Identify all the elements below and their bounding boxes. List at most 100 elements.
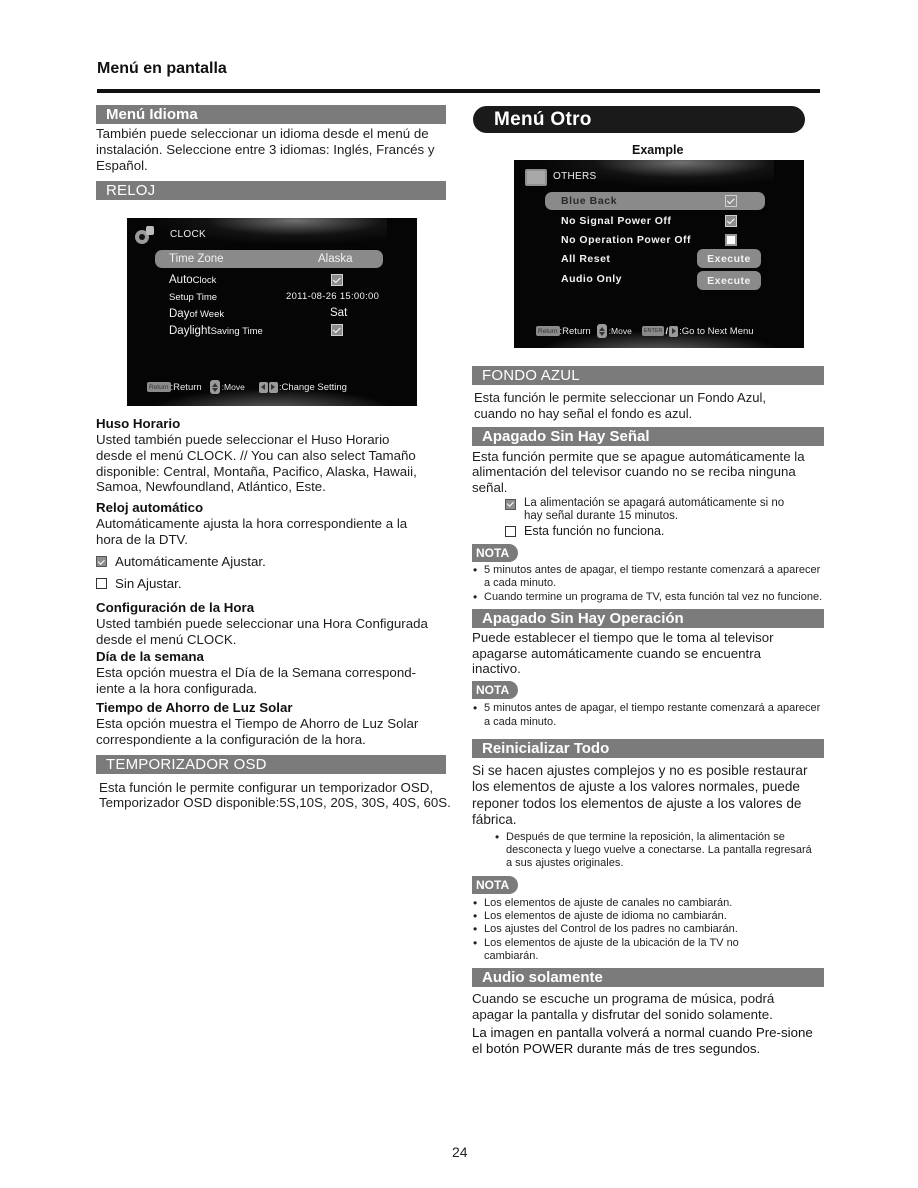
temporizador-osd-text: Esta función le permite configurar un te… [99,779,451,811]
ahorro-luz-heading: Tiempo de Ahorro de Luz Solar [96,699,293,715]
osd-row-label: Setup Time [169,291,218,303]
osd-row-label-small: of Week [189,308,225,320]
ahorro-luz-text: Esta opción muestra el Tiempo de Ahorro … [96,715,419,747]
menu-otro-title: Menú Otro [473,106,805,133]
section-heading-apagado-sin-operacion: Apagado Sin Hay Operación [472,608,824,628]
osd-row-no-operation-power-off[interactable]: No Operation Power Off [561,232,691,248]
option-label: Automáticamente Ajustar. [115,553,266,569]
audio-solamente-text-2: La imagen en pantalla volverá a normal c… [472,1024,813,1056]
apagado-sin-senal-text: Esta función permite que se apague autom… [472,448,805,496]
no-operation-power-off-checkbox[interactable] [725,234,737,246]
osd-row-label: All Reset [561,253,611,265]
audio-solamente-text: Cuando se escuche un programa de música,… [472,991,775,1023]
next-menu-hint: :Go to Next Menu [679,325,754,337]
no-signal-power-off-checkbox[interactable] [725,215,737,227]
checkbox-empty-icon [505,525,516,537]
change-setting-hint: :Change Setting [278,381,347,393]
osd-footer: Return :Return :Move ENTER / :Go to Next… [536,324,754,338]
option-sin-ajustar: Sin Ajustar. [96,576,456,592]
setup-time-value: 2011-08-26 15:00:00 [286,291,380,302]
apagado-sin-operacion-text: Puede establecer el tiempo que le toma a… [472,629,774,677]
nota-item: Los elementos de ajuste de la ubicación … [472,937,792,964]
nota-item: Los ajustes del Control de los padres no… [472,923,792,937]
nota-item: Cuando termine un programa de TV, esta f… [472,591,824,605]
nota-badge: NOTA [472,875,519,894]
fondo-azul-text: Esta función le permite seleccionar un F… [474,390,766,421]
option-no-funciona: Esta función no funciona. [505,524,824,538]
osd-row-auto-clock[interactable]: Auto Clock [169,272,216,288]
checkbox-empty-icon [96,578,107,590]
osd-row-label: Time Zone [169,253,224,265]
checkbox-checked-icon [96,556,107,568]
section-heading-reinicializar-todo: Reinicializar Todo [472,738,824,758]
dia-semana-text: Esta opción muestra el Día de la Semana … [96,665,417,697]
title-divider [97,89,820,93]
config-hora-text: Usted también puede seleccionar una Hora… [96,615,428,647]
osd-row-all-reset[interactable]: All Reset [561,251,610,267]
nota-list-sin-operacion: 5 minutos antes de apagar, el tiempo res… [472,702,824,729]
up-down-arrow-icon [209,380,220,394]
day-of-week-value: Sat [330,307,348,319]
example-label: Example [632,143,684,157]
dia-semana-heading: Día de la semana [96,649,204,665]
left-column-text: Huso Horario Usted también puede selecci… [96,416,456,811]
nota-item: Los elementos de ajuste de idioma no cam… [472,910,792,924]
left-column: Menú Idioma También puede seleccionar un… [96,105,446,201]
return-hint: :Return [170,381,202,393]
nota-item: 5 minutos antes de apagar, el tiempo res… [472,564,824,591]
right-arrow-icon [268,381,278,393]
folder-icon [524,167,548,187]
audio-only-execute-button[interactable]: Execute [697,271,761,290]
page-number: 24 [452,1144,468,1160]
osd-row-setup-time[interactable]: Setup Time [169,290,217,304]
nota-list-sin-senal: 5 minutos antes de apagar, el tiempo res… [472,564,824,604]
osd-row-audio-only[interactable]: Audio Only [561,271,622,287]
up-down-arrow-icon [596,324,607,338]
option-apagado-15-min: La alimentación se apagará automáticamen… [505,497,824,524]
reloj-automatico-text: Automáticamente ajusta la hora correspon… [96,516,408,547]
osd-row-day-of-week[interactable]: Day of Week [169,306,224,322]
daylight-saving-checkbox[interactable] [331,324,343,336]
option-label: La alimentación se apagará automáticamen… [524,496,785,523]
slash-separator: / [665,325,669,337]
osd-row-time-zone[interactable]: Time Zone Alaska [155,250,383,268]
section-heading-audio-solamente: Audio solamente [472,968,824,988]
section-heading-fondo-azul: FONDO AZUL [472,366,824,385]
menu-idioma-text: También puede seleccionar un idioma desd… [96,126,435,173]
huso-horario-heading: Huso Horario [96,416,181,431]
osd-row-daylight-saving[interactable]: Daylight Saving Time [169,323,263,339]
sub-bullet-item: Después de que termine la reposición, la… [494,831,819,871]
page-title: Menú en pantalla [97,60,227,77]
osd-row-label-small: Saving Time [210,325,263,337]
auto-clock-checkbox[interactable] [331,274,343,286]
osd-row-no-signal-power-off[interactable]: No Signal Power Off [561,213,671,229]
nota-list-reinicializar: Los elementos de ajuste de canales no ca… [472,897,792,963]
nota-badge: NOTA [472,543,519,562]
blue-back-checkbox[interactable] [725,195,737,207]
clock-osd-screen: CLOCK Time Zone Alaska Auto Clock Setup … [127,218,417,406]
left-arrow-icon [258,381,268,393]
osd-row-label: No Signal Power Off [561,215,672,227]
osd-row-value: Alaska [318,253,353,265]
option-automatico-ajustar: Automáticamente Ajustar. [96,554,456,570]
osd-row-label-small: Clock [192,274,217,286]
return-key-icon: Return [536,326,560,336]
checkbox-checked-icon [505,498,516,510]
osd-row-label: Blue Back [561,195,618,207]
return-hint: :Return [559,325,591,337]
option-label: Sin Ajustar. [115,575,182,591]
reinicializar-text: Si se hacen ajustes complejos y no es po… [472,762,808,828]
enter-key-icon: ENTER [641,326,665,336]
right-column-text: FONDO AZUL Esta función le permite selec… [472,366,824,1056]
config-hora-heading: Configuración de la Hora [96,599,255,615]
nota-badge: NOTA [472,681,519,700]
return-key-icon: Return [147,382,171,392]
section-heading-apagado-sin-senal: Apagado Sin Hay Señal [472,426,824,446]
all-reset-execute-button[interactable]: Execute [697,249,761,268]
section-heading-menu-idioma: Menú Idioma [96,105,446,124]
others-osd-screen: OTHERS Blue Back No Signal Power Off No … [514,160,804,348]
gear-icon [133,224,159,246]
huso-horario-text: Usted también puede seleccionar el Huso … [96,432,417,495]
osd-row-label: Audio Only [561,273,622,285]
osd-title: OTHERS [553,171,597,182]
